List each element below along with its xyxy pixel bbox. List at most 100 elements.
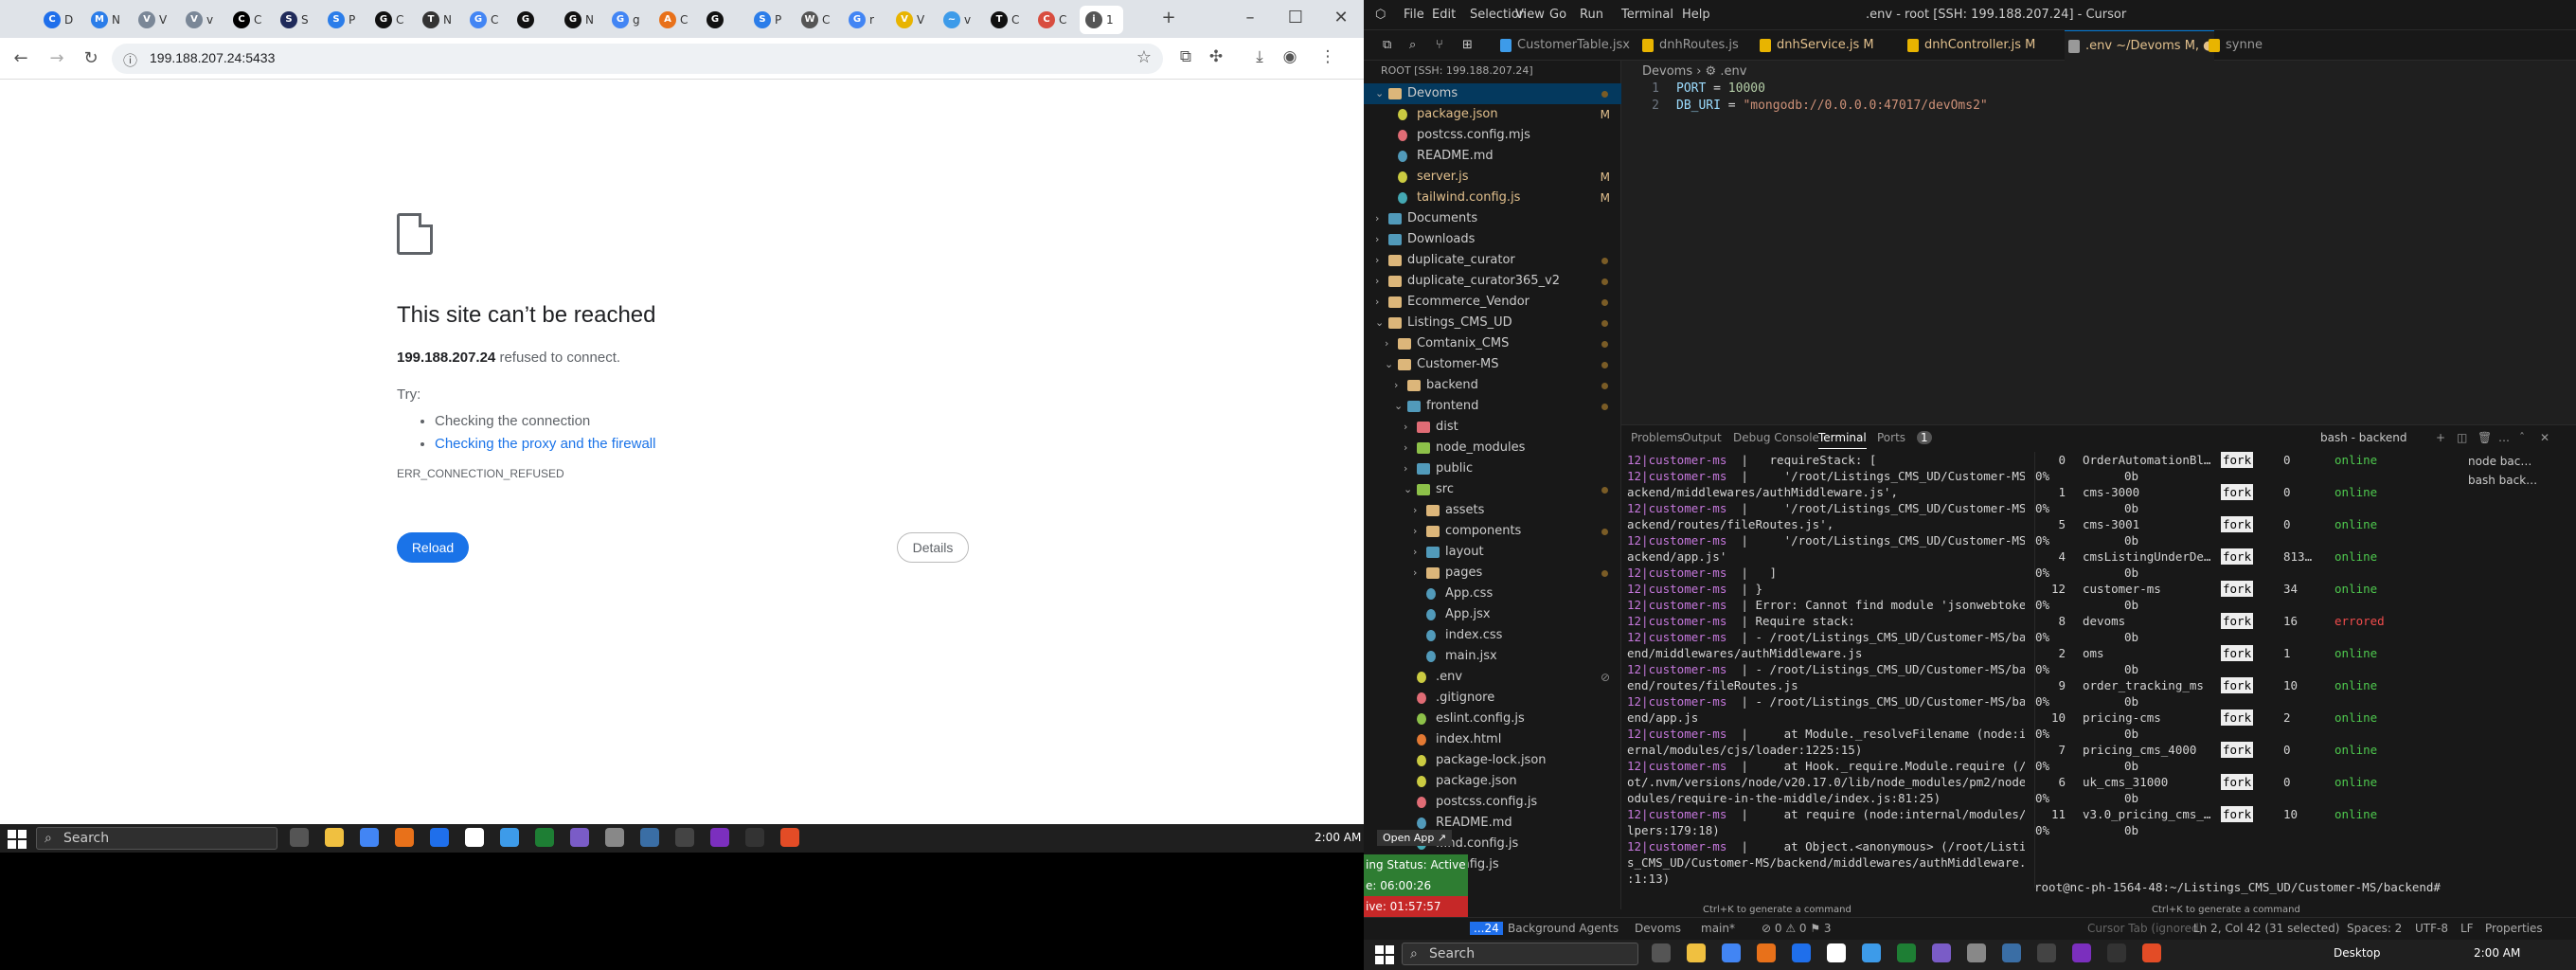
menu-kebab-icon[interactable]: ⋮ xyxy=(1316,47,1339,66)
editor-tab[interactable]: synne xyxy=(2205,30,2263,61)
taskbar-app-icon[interactable] xyxy=(1722,943,1741,962)
browser-tab[interactable]: VV xyxy=(133,6,170,34)
editor-tab[interactable]: dnhService.js M xyxy=(1756,30,1874,61)
panel-tab-terminal[interactable]: Terminal xyxy=(1818,431,1867,449)
add-terminal-icon[interactable]: + xyxy=(2436,431,2445,444)
taskbar-app-icon[interactable] xyxy=(1757,943,1776,962)
tree-item-duplicate-curator365-v2[interactable]: › duplicate_curator365_v2 xyxy=(1364,271,1621,292)
tree-item-comtanix-cms[interactable]: › Comtanix_CMS xyxy=(1364,333,1621,354)
more-icon[interactable]: … xyxy=(2498,431,2510,444)
browser-tab[interactable]: MN xyxy=(85,6,123,34)
tree-item-documents[interactable]: › Documents xyxy=(1364,208,1621,229)
editor-tab[interactable]: dnhRoutes.js xyxy=(1638,30,1739,61)
close-panel-icon[interactable]: ✕ xyxy=(2540,431,2549,444)
tree-item-downloads[interactable]: › Downloads xyxy=(1364,229,1621,250)
maximize-icon[interactable]: ☐ xyxy=(1277,8,1315,27)
tree-item-postcss-config-mjs[interactable]: postcss.config.mjs xyxy=(1364,125,1621,146)
browser-tab[interactable]: SP xyxy=(322,6,360,34)
git-branch[interactable]: main* xyxy=(1701,922,1735,935)
taskbar-app-icon[interactable] xyxy=(395,828,414,847)
reload-icon[interactable]: ↻ xyxy=(80,47,102,70)
editor-tab[interactable]: .env ~/Devoms M, ● xyxy=(2065,30,2214,61)
tree-item-server-js[interactable]: server.js M xyxy=(1364,167,1621,188)
taskbar-search[interactable]: ⌕ Search xyxy=(1402,943,1638,965)
eol[interactable]: LF xyxy=(2460,922,2474,935)
details-button[interactable]: Details xyxy=(897,532,969,563)
browser-tab[interactable]: VV xyxy=(890,6,928,34)
browser-tab[interactable]: SP xyxy=(748,6,786,34)
taskbar-app-icon[interactable] xyxy=(2107,943,2126,962)
site-info-icon[interactable]: ⓘ xyxy=(123,50,137,70)
menu-terminal[interactable]: Terminal xyxy=(1621,8,1673,22)
minimize-icon[interactable]: – xyxy=(1231,8,1269,27)
browser-tab[interactable]: Vv xyxy=(180,6,218,34)
terminal-logs[interactable]: 12|customer-ms | requireStack: [12|custo… xyxy=(1627,452,2025,888)
indentation[interactable]: Spaces: 2 xyxy=(2347,922,2402,935)
taskbar-app-icon[interactable] xyxy=(2037,943,2056,962)
taskbar-app-icon[interactable] xyxy=(780,828,799,847)
trash-icon[interactable]: 🗑 xyxy=(2478,431,2492,444)
taskbar-app-icon[interactable] xyxy=(2072,943,2091,962)
tree-item-node-modules[interactable]: › node_modules xyxy=(1364,438,1621,458)
browser-tab[interactable]: GC xyxy=(369,6,407,34)
menu-file[interactable]: File xyxy=(1404,8,1424,22)
tree-item--gitignore[interactable]: .gitignore xyxy=(1364,688,1621,709)
tree-item-duplicate-curator[interactable]: › duplicate_curator xyxy=(1364,250,1621,271)
menu-go[interactable]: Go xyxy=(1549,8,1566,22)
tree-item-tailwind-config-js[interactable]: tailwind.config.js M xyxy=(1364,188,1621,208)
cursor-position[interactable]: Ln 2, Col 42 (31 selected) xyxy=(2193,922,2339,935)
taskbar-app-icon[interactable] xyxy=(605,828,624,847)
problems-count[interactable]: ⊘ 0 ⚠ 0 ⚑ 3 xyxy=(1762,922,1832,935)
tree-item-index-css[interactable]: index.css xyxy=(1364,625,1621,646)
taskbar-app-icon[interactable] xyxy=(1652,943,1671,962)
tree-item-devoms[interactable]: ⌄ Devoms xyxy=(1364,83,1621,104)
menu-view[interactable]: View xyxy=(1515,8,1545,22)
browser-tab[interactable]: CD xyxy=(38,6,76,34)
tree-item-app-jsx[interactable]: App.jsx xyxy=(1364,604,1621,625)
panel-tab-ports[interactable]: Ports xyxy=(1877,431,1905,444)
taskbar-app-icon[interactable] xyxy=(675,828,694,847)
browser-tab[interactable]: ~ v xyxy=(938,6,975,34)
menu-help[interactable]: Help xyxy=(1682,8,1710,22)
reload-button[interactable]: Reload xyxy=(397,532,469,563)
browser-tab[interactable]: GC xyxy=(464,6,502,34)
taskbar-app-icon[interactable] xyxy=(290,828,309,847)
tree-item-index-html[interactable]: index.html xyxy=(1364,729,1621,750)
tree-item-customer-ms[interactable]: ⌄ Customer-MS xyxy=(1364,354,1621,375)
taskbar-app-icon[interactable] xyxy=(360,828,379,847)
taskbar-app-icon[interactable] xyxy=(1862,943,1881,962)
tree-item-ecommerce-vendor[interactable]: › Ecommerce_Vendor xyxy=(1364,292,1621,313)
status-widget[interactable]: ive: 01:57:57 xyxy=(1364,896,1468,917)
tree-item-layout[interactable]: › layout xyxy=(1364,542,1621,563)
browser-tab[interactable]: TC xyxy=(985,6,1023,34)
tree-item-backend[interactable]: › backend xyxy=(1364,375,1621,396)
terminal-name[interactable]: bash - backend xyxy=(2320,431,2406,444)
taskbar-app-icon[interactable] xyxy=(570,828,589,847)
browser-tab[interactable]: Gg xyxy=(606,6,644,34)
tree-item-package-json[interactable]: package.json xyxy=(1364,771,1621,792)
new-tab-icon[interactable]: + xyxy=(1150,8,1188,27)
remote-indicator[interactable]: ...24 xyxy=(1470,922,1503,935)
terminal-list-item[interactable]: bash back… xyxy=(2459,471,2576,490)
tree-item-pages[interactable]: › pages xyxy=(1364,563,1621,584)
downloads-icon[interactable]: ⤓ xyxy=(1248,47,1271,66)
panel-tab-problems[interactable]: Problems xyxy=(1631,431,1683,444)
taskbar-app-icon[interactable] xyxy=(325,828,344,847)
tree-item-frontend[interactable]: ⌄ frontend xyxy=(1364,396,1621,417)
browser-tab[interactable]: i1 xyxy=(1080,6,1123,34)
tree-item-public[interactable]: › public xyxy=(1364,458,1621,479)
proxy-firewall-link[interactable]: Checking the proxy and the firewall xyxy=(435,436,655,452)
menu-run[interactable]: Run xyxy=(1580,8,1603,22)
forward-icon[interactable]: → xyxy=(45,47,68,70)
tree-item-postcss-config-js[interactable]: postcss.config.js xyxy=(1364,792,1621,813)
extensions-puzzle-icon[interactable]: ✣ xyxy=(1205,47,1227,66)
panel-tab-debug-console[interactable]: Debug Console xyxy=(1733,431,1819,444)
taskbar-app-icon[interactable] xyxy=(1897,943,1916,962)
files-icon[interactable]: ⧉ xyxy=(1383,38,1391,52)
encoding[interactable]: UTF-8 xyxy=(2415,922,2448,935)
terminal-list-item[interactable]: node bac… xyxy=(2459,452,2576,471)
extensions-icon[interactable]: ⊞ xyxy=(1462,38,1473,52)
tree-item-dist[interactable]: › dist xyxy=(1364,417,1621,438)
browser-tab[interactable]: Gr xyxy=(843,6,881,34)
code-line-2[interactable]: DB_URI = "mongodb://0.0.0.0:47017/devOms… xyxy=(1676,99,1988,113)
